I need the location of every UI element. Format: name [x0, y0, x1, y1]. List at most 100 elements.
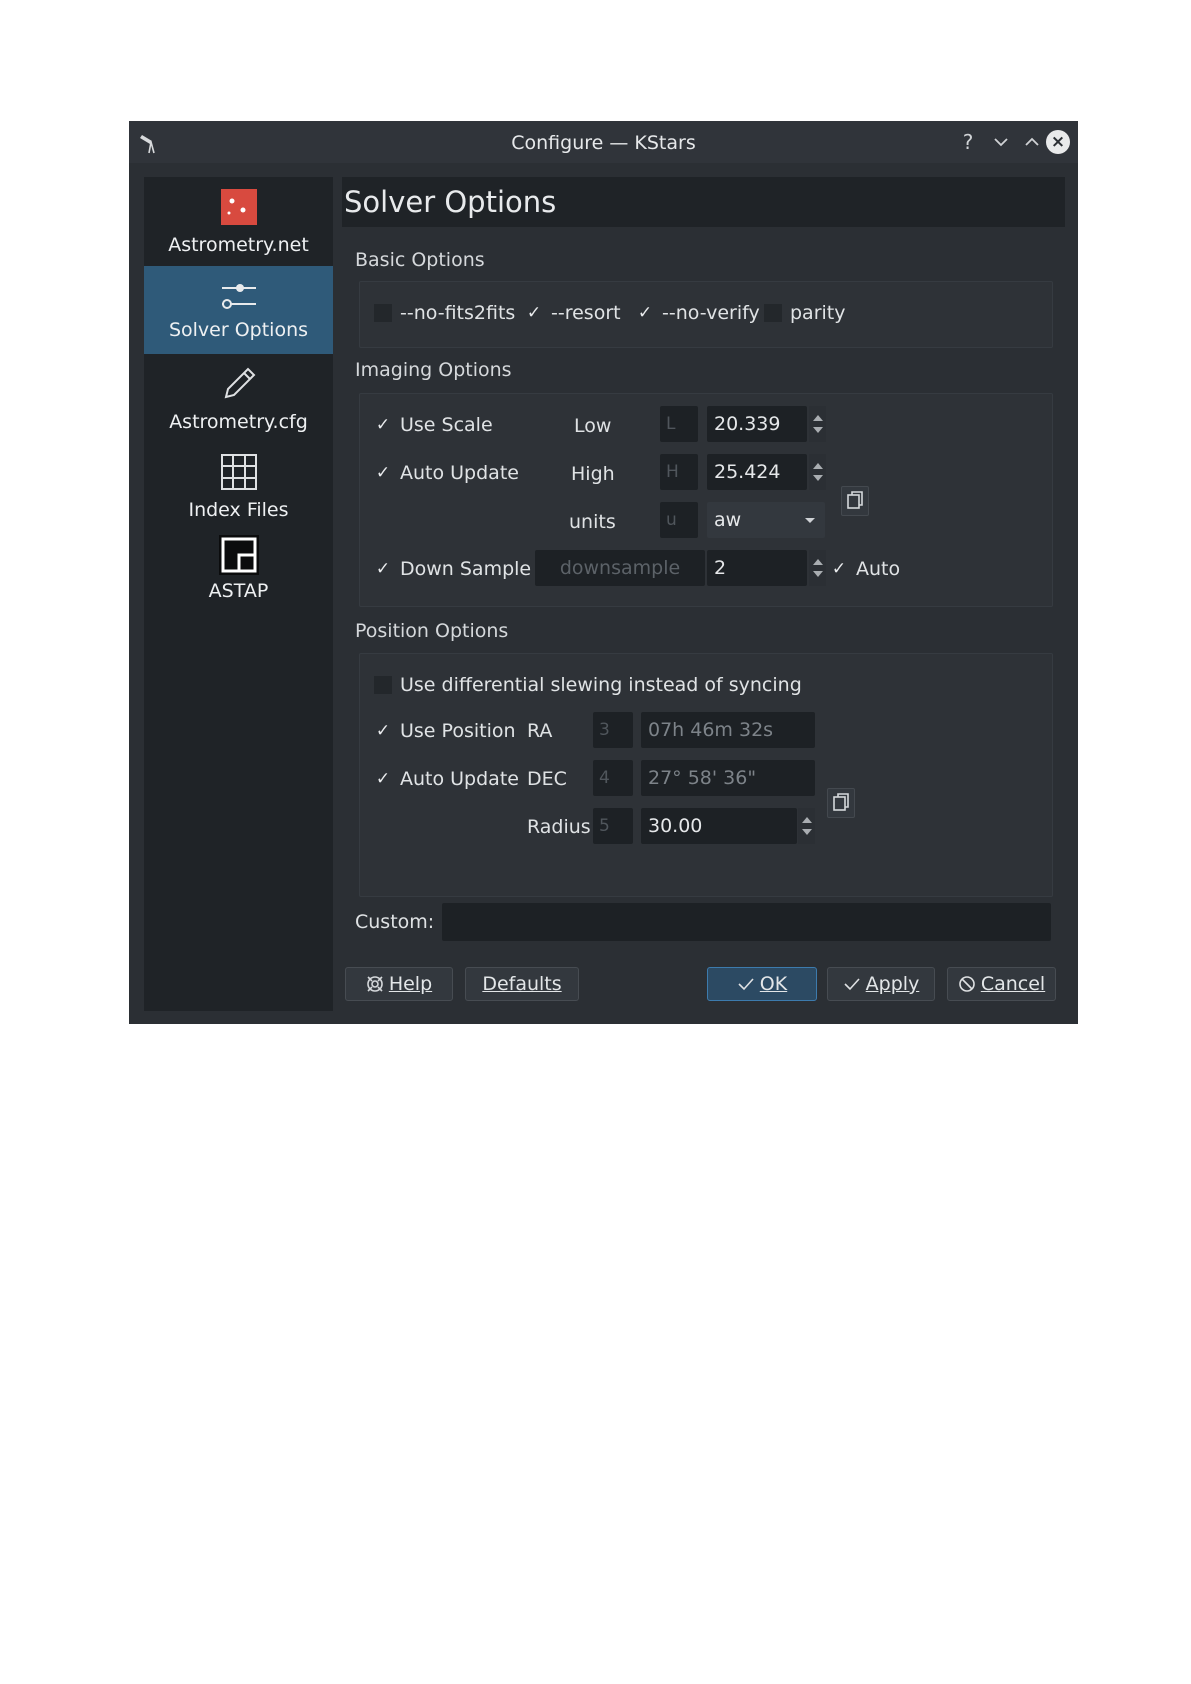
copy-icon — [847, 491, 863, 509]
copy-position-button[interactable] — [827, 788, 855, 818]
cancel-button[interactable]: Cancel — [947, 967, 1056, 1001]
downsample-input[interactable]: 2 — [707, 550, 807, 586]
checkbox-label: Auto — [856, 558, 901, 580]
high-key-field[interactable]: H — [660, 454, 698, 490]
low-scale-input[interactable]: 20.339 — [707, 406, 807, 442]
auto-update-scale-checkbox[interactable]: ✓ Auto Update — [374, 462, 519, 484]
down-sample-checkbox[interactable]: ✓ Down Sample — [374, 558, 531, 580]
defaults-button[interactable]: Defaults — [465, 967, 579, 1001]
astap-icon — [219, 535, 259, 575]
check-icon: ✓ — [375, 415, 391, 435]
sidebar-item-solver-options[interactable]: Solver Options — [144, 266, 333, 354]
custom-input[interactable] — [442, 903, 1051, 941]
close-icon[interactable]: × — [1046, 130, 1070, 154]
page-title: Solver Options — [344, 185, 557, 219]
parity-checkbox[interactable]: parity — [764, 302, 846, 324]
sidebar-item-label: Solver Options — [168, 319, 309, 341]
checkbox-label: parity — [790, 302, 846, 324]
dec-label: DEC — [527, 768, 567, 790]
copy-scale-button[interactable] — [841, 486, 869, 516]
use-position-checkbox[interactable]: ✓ Use Position — [374, 720, 516, 742]
radius-key-field[interactable]: 5 — [593, 808, 633, 844]
sidebar-item-index-files[interactable]: Index Files — [144, 443, 333, 531]
high-scale-spinner[interactable] — [809, 454, 826, 490]
apply-button-label: Apply — [865, 973, 920, 995]
use-scale-checkbox[interactable]: ✓ Use Scale — [374, 414, 493, 436]
no-verify-checkbox[interactable]: ✓ --no-verify — [636, 302, 760, 324]
help-button-icon — [367, 976, 383, 992]
checkbox-box — [764, 304, 782, 322]
help-button[interactable]: Help — [345, 967, 453, 1001]
no-fits2fits-checkbox[interactable]: --no-fits2fits — [374, 302, 515, 324]
sidebar-item-astrometry-net[interactable]: Astrometry.net — [144, 177, 333, 265]
title-bar[interactable]: Configure — KStars ? × — [129, 121, 1078, 163]
page-header: Solver Options — [342, 177, 1065, 227]
sidebar-item-astrometry-cfg[interactable]: Astrometry.cfg — [144, 355, 333, 443]
check-icon: ✓ — [375, 721, 391, 741]
resort-checkbox[interactable]: ✓ --resort — [525, 302, 621, 324]
cancel-icon — [959, 976, 975, 992]
downsample-field[interactable]: downsample — [535, 550, 705, 586]
cancel-button-label: Cancel — [980, 973, 1046, 995]
radius-label: Radius — [527, 816, 591, 838]
checkmark-icon — [844, 978, 860, 991]
checkbox-label: Auto Update — [400, 768, 519, 790]
units-dropdown[interactable]: aw — [707, 502, 825, 538]
pencil-icon — [224, 367, 256, 399]
checkbox-label: Use differential slewing instead of sync… — [400, 674, 802, 696]
sidebar-item-label: Astrometry.cfg — [169, 411, 308, 433]
low-key-field[interactable]: L — [660, 406, 698, 442]
imaging-options-title: Imaging Options — [355, 359, 512, 381]
chevron-down-icon — [805, 518, 815, 523]
copy-icon — [833, 793, 849, 811]
grid-icon — [221, 454, 257, 490]
ra-key-field[interactable]: 3 — [593, 712, 633, 748]
imaging-options-panel: ✓ Use Scale ✓ Auto Update ✓ Down Sample … — [359, 393, 1053, 607]
check-icon: ✓ — [375, 463, 391, 483]
maximize-icon[interactable] — [1020, 130, 1044, 154]
checkbox-label: --no-fits2fits — [400, 302, 516, 324]
minimize-icon[interactable] — [989, 130, 1013, 154]
checkbox-label: --resort — [551, 302, 621, 324]
low-scale-spinner[interactable] — [809, 406, 826, 442]
checkbox-label: Use Scale — [400, 414, 493, 436]
ok-button[interactable]: OK — [707, 967, 817, 1001]
position-options-title: Position Options — [355, 620, 509, 642]
configure-window: Configure — KStars ? × Astrometry.net So… — [129, 121, 1078, 1024]
help-icon[interactable]: ? — [956, 130, 980, 154]
units-label: units — [569, 511, 616, 533]
checkmark-icon — [738, 978, 754, 991]
dec-input[interactable]: 27° 58' 36" — [641, 760, 815, 796]
basic-options-panel: --no-fits2fits ✓ --resort ✓ --no-verify … — [359, 281, 1053, 348]
units-key-field[interactable]: u — [660, 502, 698, 538]
checkbox-label: Down Sample — [400, 558, 532, 580]
checkbox-label: Use Position — [400, 720, 516, 742]
low-label: Low — [574, 415, 612, 437]
check-icon: ✓ — [375, 559, 391, 579]
check-icon: ✓ — [375, 769, 391, 789]
custom-label: Custom: — [355, 911, 435, 933]
sidebar: Astrometry.net Solver Options Astrometry… — [144, 177, 333, 1011]
radius-spinner[interactable] — [798, 808, 815, 844]
astrometry-icon — [221, 189, 257, 225]
differential-slewing-checkbox[interactable]: Use differential slewing instead of sync… — [374, 674, 802, 696]
dec-key-field[interactable]: 4 — [593, 760, 633, 796]
sidebar-item-label: Index Files — [188, 499, 289, 521]
units-value: aw — [714, 509, 742, 531]
help-button-label: Help — [388, 973, 433, 995]
radius-input[interactable]: 30.00 — [641, 808, 797, 844]
ra-input[interactable]: 07h 46m 32s — [641, 712, 815, 748]
apply-button[interactable]: Apply — [827, 967, 935, 1001]
downsample-spinner[interactable] — [809, 550, 826, 586]
auto-downsample-checkbox[interactable]: ✓ Auto — [830, 558, 900, 580]
defaults-button-label: Defaults — [482, 973, 562, 995]
high-label: High — [571, 463, 615, 485]
checkbox-box — [374, 676, 392, 694]
checkbox-box — [374, 304, 392, 322]
sliders-icon — [222, 284, 256, 309]
ra-label: RA — [527, 720, 553, 742]
sidebar-item-label: Astrometry.net — [168, 234, 309, 256]
sidebar-item-astap[interactable]: ASTAP — [144, 530, 333, 618]
auto-update-position-checkbox[interactable]: ✓ Auto Update — [374, 768, 519, 790]
high-scale-input[interactable]: 25.424 — [707, 454, 807, 490]
